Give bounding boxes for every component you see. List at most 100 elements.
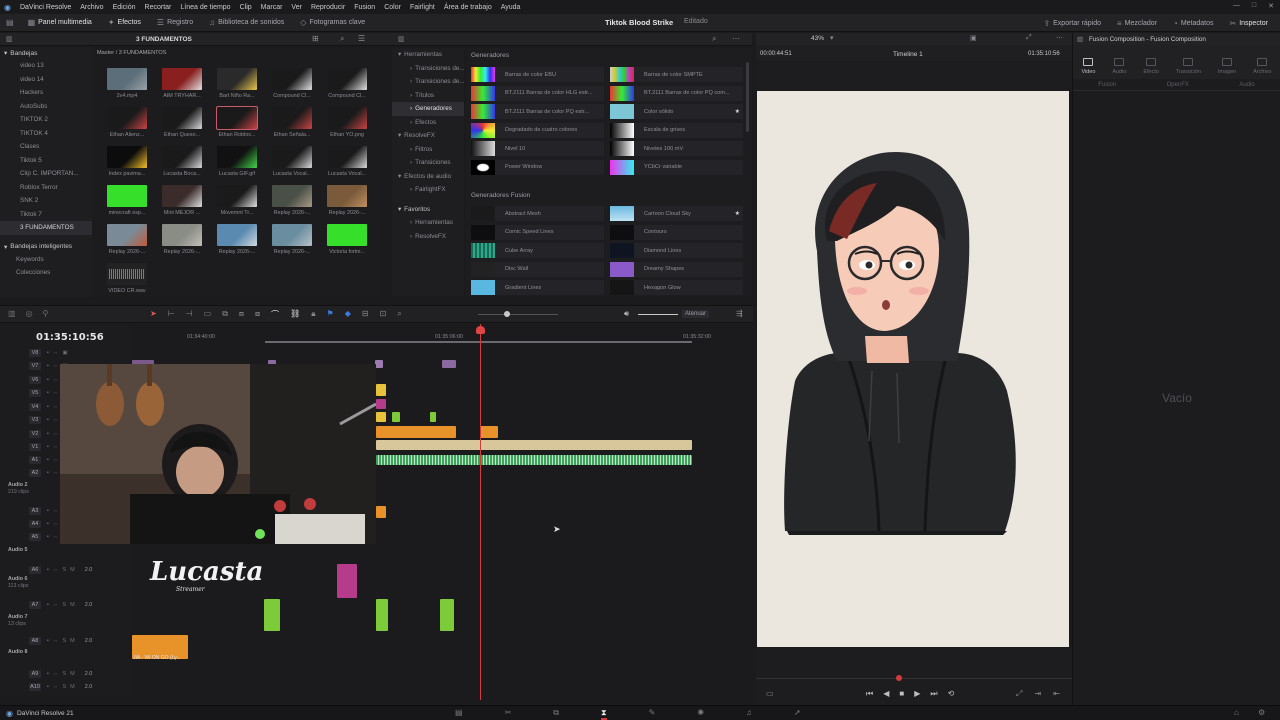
media-clip[interactable]: Replay 2026-... <box>272 224 312 262</box>
generator-item[interactable]: Comic Speed Lines <box>471 224 604 240</box>
generator-item[interactable]: Escala de grises <box>610 122 743 138</box>
video-track-header[interactable]: V8 ▪ ⇔ ▣ <box>0 346 130 359</box>
timeline-clip[interactable] <box>376 455 692 465</box>
select-tool-icon[interactable]: ➤ <box>150 309 157 320</box>
generator-item[interactable]: Niveles 100 mV <box>610 141 743 156</box>
smart-bin-keywords[interactable]: Keywords <box>0 253 92 267</box>
generator-item[interactable]: BT.2111 Barras de color PQ com... <box>610 85 743 101</box>
media-clip[interactable]: Index pavima... <box>107 146 147 184</box>
media-clip[interactable]: Ethan YO.png <box>327 107 367 145</box>
menu-ver[interactable]: Ver <box>291 4 302 11</box>
menu-marcar[interactable]: Marcar <box>261 4 283 11</box>
minimize-icon[interactable]: — <box>1233 2 1240 10</box>
media-clip[interactable]: Lucasta Vocal... <box>272 146 312 184</box>
fx-category[interactable]: ▾ Efectos de audio <box>392 170 464 184</box>
timeline-clip[interactable] <box>375 360 383 368</box>
insert-icon[interactable]: ⧉ <box>222 309 228 320</box>
overwrite-icon[interactable]: ⧈ <box>239 309 244 320</box>
link-icon[interactable]: ⛓ <box>290 309 300 320</box>
media-clip[interactable]: Lucasta GIF.gif <box>217 146 257 184</box>
bin-item[interactable]: Hackers <box>0 86 92 100</box>
page-edit-icon[interactable]: ⧉ <box>553 708 559 720</box>
generator-item[interactable]: Gradient Lines <box>471 280 604 295</box>
auto-select-icon[interactable]: ⇔ <box>53 671 59 677</box>
menu-edicion[interactable]: Edición <box>113 4 136 11</box>
eye-icon[interactable]: ▣ <box>62 350 67 356</box>
mic-icon[interactable]: ⚲ <box>43 309 49 318</box>
zoom-slider[interactable] <box>478 314 558 315</box>
menu-archivo[interactable]: Archivo <box>80 4 103 11</box>
playhead-handle[interactable] <box>476 326 485 334</box>
timeline-clip[interactable] <box>376 440 692 450</box>
fx-category[interactable]: › Generadores <box>392 102 464 116</box>
audio-track-header[interactable]: A10 ▪ ⇔ S M 2.0 <box>0 681 130 693</box>
fx-category[interactable]: › Transiciones de... <box>392 62 465 76</box>
generator-item[interactable]: Degradado de cuatro colores <box>471 122 604 138</box>
media-clip[interactable]: Compound Cl... <box>327 68 367 106</box>
bin-item[interactable]: TIKTOK 4 <box>0 127 92 141</box>
lock-icon[interactable]: ▪ <box>47 470 49 476</box>
scrollbar[interactable] <box>746 62 749 132</box>
generator-item[interactable]: BT.2111 Barras de color PQ estr... <box>471 104 604 119</box>
bin-item[interactable]: video 14 <box>0 73 92 87</box>
media-clip[interactable]: Ethan Señala... <box>272 107 312 145</box>
bin-item[interactable]: Clases <box>0 140 92 154</box>
media-clip[interactable]: Replay 2026-... <box>272 185 312 223</box>
mute-button[interactable]: M <box>70 638 75 644</box>
grid-view-icon[interactable]: ⊞ <box>312 34 319 43</box>
subtab-openfx[interactable]: OpenFX <box>1167 82 1189 88</box>
tab-file[interactable]: Archivo <box>1253 58 1272 75</box>
media-clip[interactable]: Bart Niño Ra... <box>217 68 257 106</box>
track-gain[interactable]: 2.0 <box>85 567 93 573</box>
timeline-clip[interactable] <box>376 506 386 518</box>
menu-fusion[interactable]: Fusion <box>354 4 375 11</box>
view-options-icon[interactable]: ▣ <box>970 34 977 42</box>
volume-icon[interactable]: 🔊︎ <box>624 309 629 319</box>
timeline-clip[interactable] <box>480 426 498 438</box>
solo-button[interactable]: S <box>62 684 66 690</box>
lock-icon[interactable]: ▪ <box>47 350 49 356</box>
favorite-star-icon[interactable]: ★ <box>735 210 740 217</box>
timeline-ruler[interactable]: 01:34:40:00 01:35:06:00 01:35:32:00 <box>130 324 752 346</box>
prev-edit-icon[interactable]: ⇤ <box>1053 689 1060 699</box>
generator-item[interactable]: Color sólido ★ <box>610 104 743 119</box>
search-icon[interactable]: ⌕ <box>340 34 344 44</box>
subtab-audio[interactable]: Audio <box>1239 82 1254 88</box>
play-icon[interactable]: ▶ <box>914 689 920 699</box>
auto-select-icon[interactable]: ⇔ <box>53 470 59 476</box>
zoom-detail-icon[interactable]: ⊡ <box>380 309 387 320</box>
stop-icon[interactable]: ■ <box>899 689 904 699</box>
effects-button[interactable]: ✦ Efectos <box>100 14 149 32</box>
timeline-timecode[interactable]: 01:35:10:56 <box>36 332 104 343</box>
generator-item[interactable]: Contours <box>610 224 743 240</box>
timeline-selector[interactable]: Timeline 1 <box>893 51 923 58</box>
generator-item[interactable]: Cartoon Cloud Sky ★ <box>610 206 743 221</box>
keyframes-button[interactable]: ◇ Fotogramas clave <box>292 14 373 32</box>
home-icon[interactable]: ⌂ <box>1234 708 1239 717</box>
output-icon[interactable]: ▭ <box>766 689 774 698</box>
scrub-bar[interactable] <box>756 678 1072 679</box>
fx-category[interactable]: › Títulos <box>392 89 464 103</box>
lock-icon[interactable]: ▪ <box>47 390 49 396</box>
menu-recortar[interactable]: Recortar <box>145 4 172 11</box>
lock-icon[interactable]: 🔒︎ <box>311 309 315 320</box>
auto-select-icon[interactable]: ⇔ <box>53 534 59 540</box>
generator-item[interactable]: Nivel 10 <box>471 141 604 156</box>
media-clip[interactable]: Compound Cl... <box>272 68 312 106</box>
zoom-slider-handle[interactable] <box>504 311 510 317</box>
track-gain[interactable]: 2.0 <box>85 638 93 644</box>
subtab-fusion[interactable]: Fusion <box>1098 82 1116 88</box>
tab-transition[interactable]: Transición <box>1176 58 1201 75</box>
metadata-button[interactable]: ◔ Metadatos <box>1165 14 1222 32</box>
page-deliver-icon[interactable]: ♫ <box>746 708 752 720</box>
generator-item[interactable]: Dreamy Shapes <box>610 261 743 277</box>
mute-button[interactable]: M <box>70 671 75 677</box>
mute-button[interactable]: M <box>70 684 75 690</box>
generator-item[interactable]: Disc Wall <box>471 261 604 277</box>
generator-item[interactable]: BT.2111 Barras de color HLG estr... <box>471 85 604 101</box>
timeline-clip[interactable] <box>430 412 436 422</box>
audio-track-header[interactable]: A8 ▪ ⇔ S M 2.0 <box>0 635 130 647</box>
auto-select-icon[interactable]: ⇔ <box>53 377 59 383</box>
chevron-down-icon[interactable]: ▾ <box>830 34 834 42</box>
lock-icon[interactable]: ▪ <box>47 684 49 690</box>
